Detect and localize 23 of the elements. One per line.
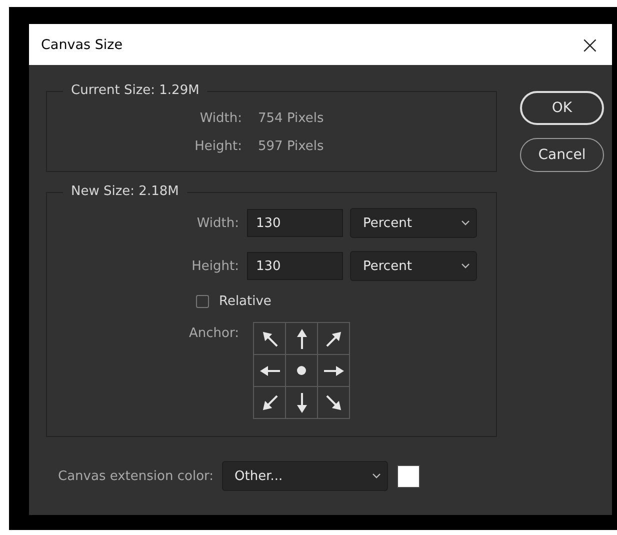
size-label: Height: <box>194 138 242 154</box>
dialog-button[interactable]: Cancel <box>520 138 604 172</box>
relative-checkbox[interactable]: Relative <box>196 294 272 309</box>
size-label: Height: <box>190 258 239 274</box>
size-input[interactable]: 130 <box>247 209 343 237</box>
size-label: Width: <box>198 110 242 126</box>
chevron-icon <box>461 263 470 269</box>
dialog-button[interactable]: OK <box>520 91 604 125</box>
extension-color-dropdown[interactable]: Other... <box>222 461 388 491</box>
size-input[interactable]: 130 <box>247 252 343 280</box>
color-swatch[interactable] <box>396 464 420 488</box>
size-value: 597 Pixels <box>258 138 324 154</box>
window-title: Canvas Size <box>41 36 123 52</box>
chevron-icon <box>372 473 381 479</box>
anchor-label: Anchor: <box>188 326 239 341</box>
unit-dropdown[interactable]: Percent <box>350 208 477 238</box>
chevron-icon <box>461 220 470 226</box>
size-value: 754 Pixels <box>258 110 324 126</box>
size-label: Width: <box>196 216 239 230</box>
close-button[interactable]: × <box>576 30 604 58</box>
anchor-cell[interactable] <box>286 355 317 386</box>
unit-dropdown[interactable]: Percent <box>350 251 477 281</box>
extension-color-label: Canvas extension color: <box>58 468 214 484</box>
